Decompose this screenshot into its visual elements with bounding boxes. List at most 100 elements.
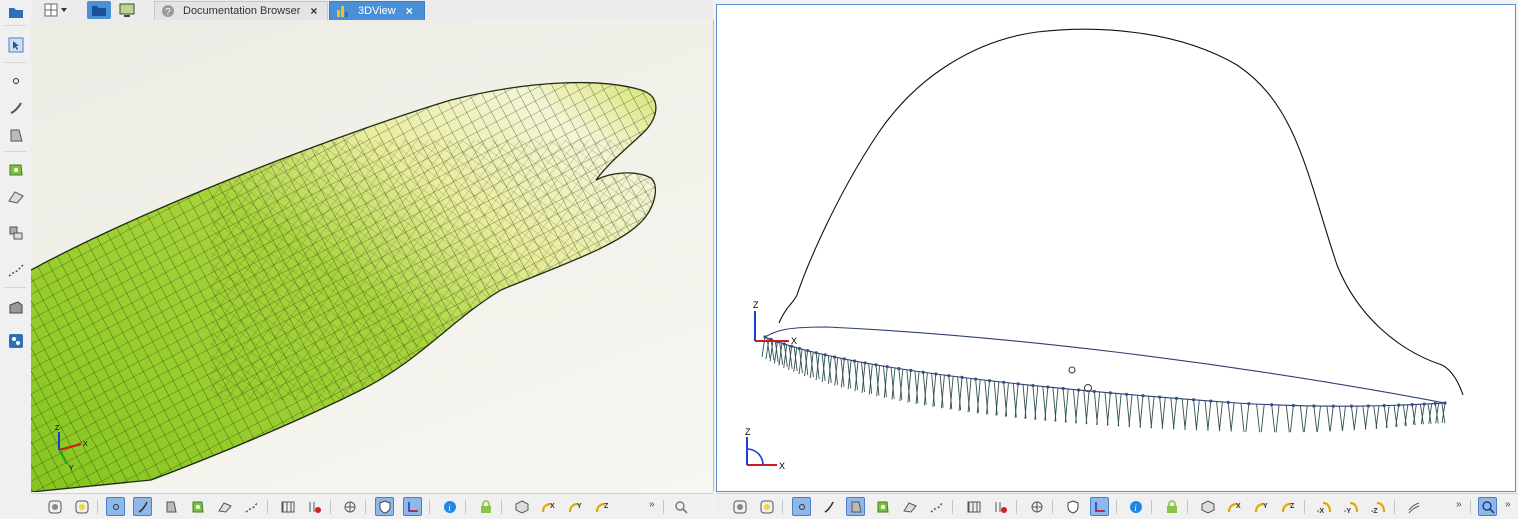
shading-icon[interactable] (757, 497, 776, 516)
curve-point (814, 351, 818, 355)
comb-hair (966, 377, 970, 412)
help-icon: ? (162, 5, 174, 18)
comb-hair (1034, 385, 1039, 420)
show-points-icon[interactable] (106, 497, 125, 516)
feature-tool-icon[interactable] (7, 224, 25, 242)
view-iso-icon[interactable] (1198, 497, 1217, 516)
zoom-icon[interactable] (1478, 497, 1497, 516)
polyline-tool-icon[interactable] (7, 261, 25, 279)
axes-icon[interactable] (1090, 497, 1109, 516)
curve-point (823, 353, 827, 357)
comb-hair (1395, 405, 1400, 427)
show-green-surfaces-icon[interactable] (188, 497, 207, 516)
more-icon[interactable]: » (1505, 499, 1511, 510)
show-planes-icon[interactable] (215, 497, 234, 516)
shield-icon[interactable] (375, 497, 394, 516)
lock-icon[interactable] (1162, 497, 1181, 516)
view-z-icon[interactable]: Z (1279, 497, 1298, 516)
grid-icon[interactable] (1027, 497, 1046, 516)
perspective-viewport[interactable]: Z X Y (31, 20, 714, 492)
tab-3dview[interactable]: 3DView × (329, 1, 425, 20)
lock-icon[interactable] (476, 497, 495, 516)
curve-tool-icon[interactable] (7, 99, 25, 117)
show-surfaces-icon[interactable] (161, 497, 180, 516)
view-y-icon[interactable]: Y (1252, 497, 1271, 516)
hide-sections-icon[interactable] (991, 497, 1010, 516)
select-tool-icon[interactable] (7, 36, 25, 54)
comb-hair (1075, 389, 1080, 424)
tab-documentation-browser[interactable]: ? Documentation Browser × (154, 1, 328, 20)
more-icon[interactable]: » (1456, 499, 1462, 510)
view-neg-z-icon[interactable]: -Z (1369, 497, 1388, 516)
comb-hair (1207, 401, 1212, 431)
show-polylines-icon[interactable] (927, 497, 946, 516)
show-curves-icon[interactable] (133, 497, 152, 516)
show-sections-icon[interactable] (278, 497, 297, 516)
curve-point (1077, 388, 1081, 392)
show-planes-icon[interactable] (900, 497, 919, 516)
view-x-icon[interactable]: X (539, 497, 558, 516)
comb-hair (1230, 402, 1235, 432)
display-mode-icon[interactable] (730, 497, 749, 516)
curve-point (897, 366, 901, 371)
control-point[interactable] (1068, 366, 1076, 374)
curve-point (832, 355, 837, 359)
view-x-icon[interactable]: X (1225, 497, 1244, 516)
zoom-icon[interactable] (671, 497, 690, 516)
comb-hair (1173, 398, 1177, 430)
axes-icon[interactable] (403, 497, 422, 516)
curve-point (1410, 403, 1414, 407)
comb-hair (1299, 405, 1304, 433)
show-polylines-icon[interactable] (242, 497, 261, 516)
section-view-icon[interactable] (1404, 497, 1423, 516)
curve-point (947, 374, 951, 378)
view-neg-x-icon[interactable]: -X (1315, 497, 1334, 516)
info-icon[interactable]: i (440, 497, 459, 516)
curve-point (1031, 383, 1035, 388)
curve-point (1191, 398, 1196, 402)
show-points-icon[interactable] (792, 497, 811, 516)
curve-point (974, 377, 978, 381)
green-surface-icon[interactable] (7, 161, 25, 179)
info-icon[interactable]: i (1126, 497, 1145, 516)
show-green-surfaces-icon[interactable] (873, 497, 892, 516)
comb-hair (1385, 405, 1390, 428)
plane-tool-icon[interactable] (7, 188, 25, 206)
macro-tool-icon[interactable] (7, 332, 25, 350)
more-icon[interactable]: » (649, 499, 655, 510)
curve-point (1422, 402, 1426, 406)
tab-label: Documentation Browser (183, 5, 301, 17)
folder-view-icon[interactable] (87, 1, 111, 19)
solid-tool-icon[interactable] (7, 298, 25, 316)
view-neg-y-icon[interactable]: -Y (1342, 497, 1361, 516)
view-iso-icon[interactable] (512, 497, 531, 516)
comb-hair (1245, 403, 1250, 433)
view-z-icon[interactable]: Z (593, 497, 612, 516)
layout-menu-icon[interactable] (43, 1, 69, 19)
comb-hair (1159, 397, 1164, 429)
curve-point (1331, 404, 1335, 408)
grid-icon[interactable] (340, 497, 359, 516)
comb-hair (1161, 397, 1166, 429)
close-icon[interactable]: × (406, 4, 413, 18)
monitor-icon[interactable] (115, 1, 139, 19)
folder-icon[interactable] (7, 3, 25, 21)
hide-sections-icon[interactable] (305, 497, 324, 516)
svg-text:-Y: -Y (1344, 508, 1351, 514)
close-icon[interactable]: × (310, 4, 317, 18)
show-surfaces-icon[interactable] (846, 497, 865, 516)
show-curves-icon[interactable] (819, 497, 838, 516)
curve-point (763, 335, 767, 339)
show-sections-icon[interactable] (964, 497, 983, 516)
display-mode-icon[interactable] (45, 497, 64, 516)
profile-viewport[interactable]: Z X Z X (716, 4, 1516, 492)
view-y-icon[interactable]: Y (566, 497, 585, 516)
surface-tool-icon[interactable] (7, 126, 25, 144)
point-tool-icon[interactable] (7, 72, 25, 90)
comb-hair (1054, 387, 1059, 422)
curve-point (1061, 386, 1065, 391)
shield-icon[interactable] (1063, 497, 1082, 516)
shading-icon[interactable] (72, 497, 91, 516)
comb-hair (1014, 383, 1019, 418)
axis-y-label: Y (69, 465, 74, 472)
